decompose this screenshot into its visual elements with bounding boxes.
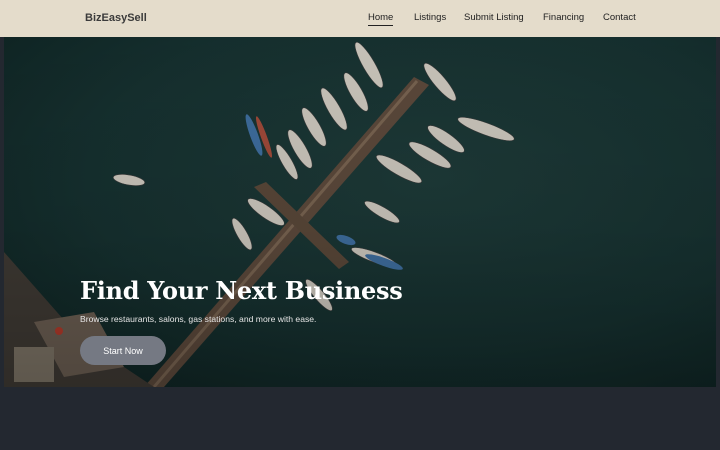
nav-financing[interactable]: Financing: [543, 12, 584, 24]
hero-subtitle: Browse restaurants, salons, gas stations…: [80, 314, 317, 324]
start-now-button[interactable]: Start Now: [80, 336, 166, 365]
nav-home[interactable]: Home: [368, 12, 394, 26]
hero-section: Find Your Next Business Browse restauran…: [4, 37, 716, 387]
content-section: [0, 387, 720, 450]
site-header: BizEasySell Home Listings Submit Listing…: [0, 0, 720, 37]
nav-submit-listing[interactable]: Submit Listing: [464, 12, 524, 24]
hero-overlay: [4, 37, 716, 387]
nav-contact[interactable]: Contact: [603, 12, 636, 24]
brand-logo[interactable]: BizEasySell: [85, 0, 147, 37]
nav-listings[interactable]: Listings: [414, 12, 446, 24]
hero-title: Find Your Next Business: [80, 276, 403, 305]
